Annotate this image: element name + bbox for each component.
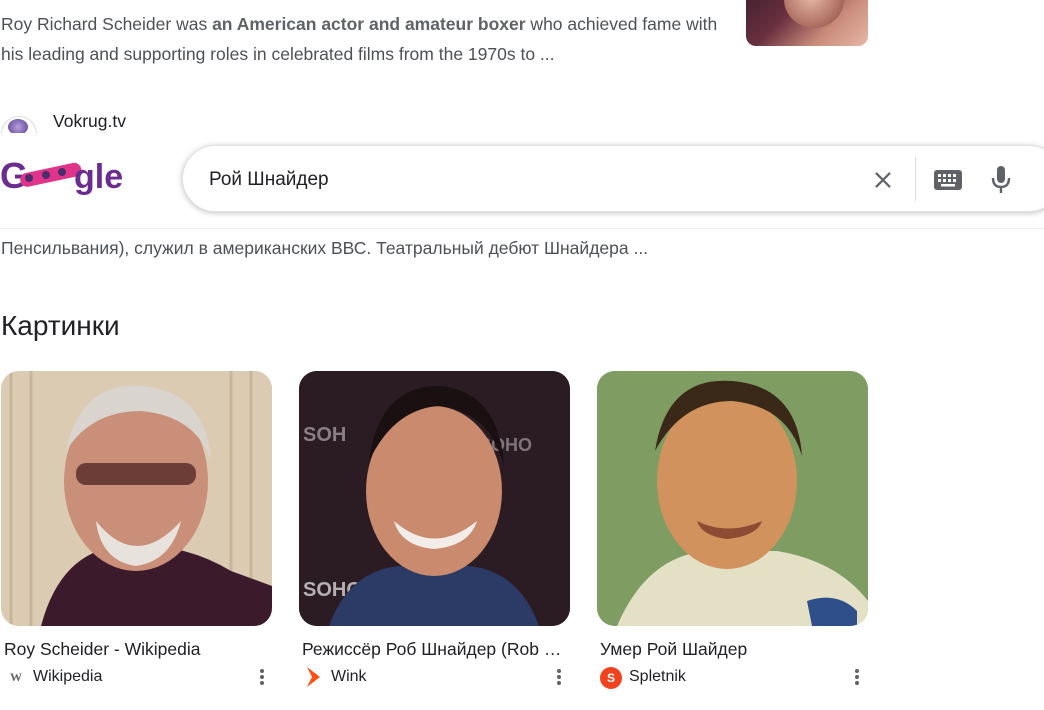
svg-text:SOH: SOH <box>303 424 346 446</box>
image-card[interactable]: Умер Рой Шайдер S Spletnik <box>597 371 869 689</box>
image-title[interactable]: Roy Scheider - Wikipedia <box>4 639 266 660</box>
spletnik-icon: S <box>600 667 622 689</box>
voice-search-button[interactable] <box>981 160 1021 200</box>
more-vert-icon <box>260 669 264 685</box>
result-thumbnail[interactable] <box>746 0 868 46</box>
wikipedia-icon: W <box>10 669 22 684</box>
image-source[interactable]: Wink <box>331 668 367 686</box>
keyboard-button[interactable] <box>928 160 968 200</box>
keyboard-icon <box>934 170 962 190</box>
image-source[interactable]: Spletnik <box>629 668 686 686</box>
search-divider <box>915 157 916 201</box>
image-title[interactable]: Умер Рой Шайдер <box>600 639 862 660</box>
close-icon <box>875 172 891 188</box>
result-site-name[interactable]: Vokrug.tv <box>53 111 126 132</box>
snippet-highlight: an American actor and amateur boxer <box>212 14 526 34</box>
google-doodle-logo[interactable]: G gle <box>0 152 125 200</box>
search-input[interactable] <box>209 164 769 196</box>
image-card[interactable]: SOH SOHO SOHO Режиссёр Роб Шнайдер (Rob … <box>299 371 571 687</box>
wink-icon <box>303 667 323 687</box>
more-options-button[interactable] <box>252 666 272 688</box>
images-section-title: Картинки <box>1 310 120 341</box>
more-options-button[interactable] <box>847 666 867 688</box>
result-snippet: Пенсильвания), служил в американских ВВС… <box>1 238 649 258</box>
more-vert-icon <box>557 669 561 685</box>
clear-button[interactable] <box>863 160 903 200</box>
mic-icon <box>991 166 1011 193</box>
svg-text:gle: gle <box>74 158 123 196</box>
more-vert-icon <box>855 669 859 685</box>
image-title[interactable]: Режиссёр Роб Шнайдер (Rob Schneider) <box>302 639 568 660</box>
result-snippet: Roy Richard Scheider was an American act… <box>1 9 721 69</box>
snippet-text: Roy Richard Scheider was <box>1 14 213 34</box>
image-thumbnail[interactable] <box>1 371 272 626</box>
image-source[interactable]: Wikipedia <box>33 668 102 686</box>
image-thumbnail[interactable] <box>597 371 868 626</box>
image-thumbnail[interactable]: SOH SOHO SOHO <box>299 371 570 626</box>
image-card[interactable]: Roy Scheider - Wikipedia W Wikipedia <box>1 371 273 685</box>
more-options-button[interactable] <box>549 666 569 688</box>
